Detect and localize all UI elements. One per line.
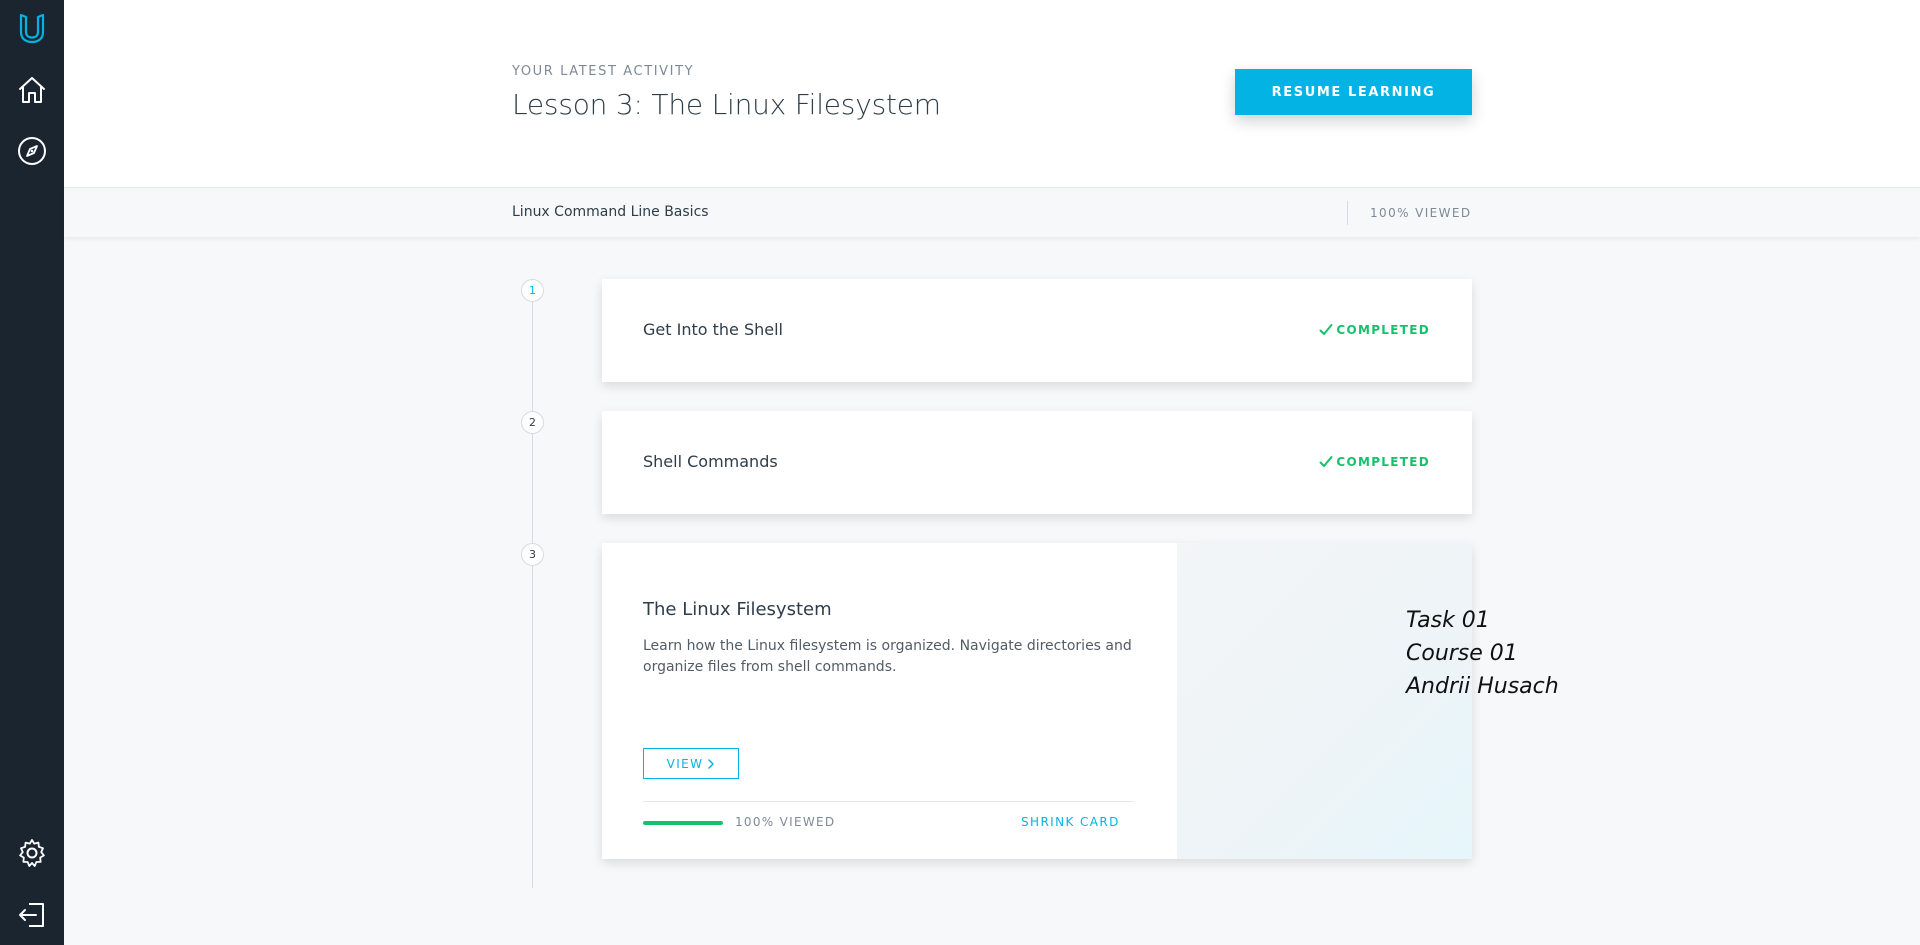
latest-activity-header: YOUR LATEST ACTIVITY Lesson 3: The Linux… (64, 0, 1920, 188)
latest-activity-label: YOUR LATEST ACTIVITY (512, 64, 695, 79)
chevron-right-icon (708, 758, 715, 769)
main-content: YOUR LATEST ACTIVITY Lesson 3: The Linux… (64, 0, 1920, 945)
divider (1347, 201, 1348, 225)
logout-icon[interactable] (14, 897, 50, 933)
sidebar (0, 0, 64, 945)
compass-icon[interactable] (14, 133, 50, 169)
concept-description: Learn how the Linux filesystem is organi… (643, 638, 1132, 675)
concept-title: The Linux Filesystem (643, 599, 832, 620)
step-number: 3 (521, 543, 544, 566)
course-bar: Linux Command Line Basics 100% VIEWED (64, 189, 1920, 237)
concept-card[interactable]: Get Into the Shell COMPLETED (602, 279, 1472, 382)
overlay-note-line: Andrii Husach (1406, 674, 1559, 699)
completed-label: COMPLETED (1336, 455, 1430, 469)
view-label: VIEW (666, 756, 704, 771)
overlay-note: Task 01 Course 01 Andrii Husach (1406, 604, 1559, 703)
step-number: 2 (521, 411, 544, 434)
progress-bar-fill (643, 821, 723, 825)
concept-card-expanded: The Linux Filesystem Learn how the Linux… (602, 543, 1472, 859)
concept-title: Get Into the Shell (643, 320, 783, 339)
overlay-note-line: Course 01 (1406, 641, 1518, 666)
shrink-card-link[interactable]: SHRINK CARD (1021, 815, 1120, 829)
gear-icon[interactable] (14, 835, 50, 871)
timeline-line (532, 290, 533, 888)
completed-label: COMPLETED (1336, 323, 1430, 337)
view-button[interactable]: VIEW (643, 748, 739, 779)
lesson-title: Lesson 3: The Linux Filesystem (512, 88, 941, 121)
concept-title: Shell Commands (643, 452, 778, 471)
checkmark-icon (1319, 324, 1333, 335)
progress-bar (643, 821, 723, 825)
completed-status: COMPLETED (1319, 455, 1430, 469)
overlay-note-line: Task 01 (1406, 608, 1490, 633)
step-number: 1 (521, 279, 544, 302)
concept-card[interactable]: Shell Commands COMPLETED (602, 411, 1472, 514)
completed-status: COMPLETED (1319, 323, 1430, 337)
progress-label: 100% VIEWED (735, 815, 836, 829)
course-viewed-status: 100% VIEWED (1370, 206, 1472, 220)
resume-learning-button[interactable]: RESUME LEARNING (1235, 69, 1472, 115)
divider (643, 801, 1134, 802)
home-icon[interactable] (14, 72, 50, 108)
course-name: Linux Command Line Basics (512, 204, 709, 220)
udacity-logo-icon[interactable] (14, 10, 50, 46)
checkmark-icon (1319, 456, 1333, 467)
